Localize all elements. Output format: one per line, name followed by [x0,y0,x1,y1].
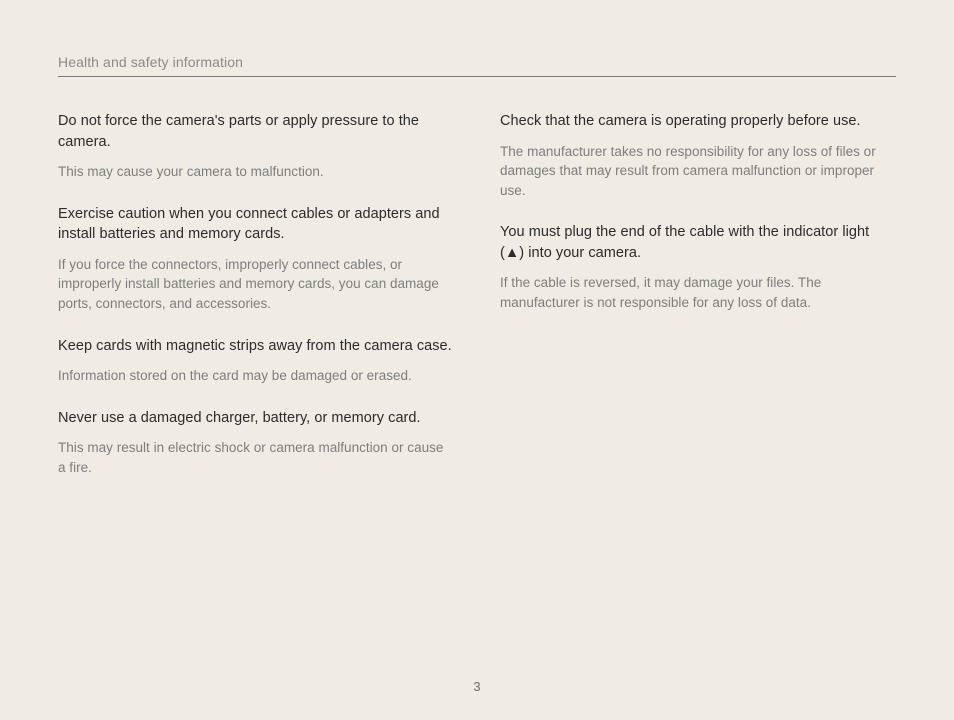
section-block: Check that the camera is operating prope… [500,111,896,200]
running-head: Health and safety information [58,54,896,77]
section-body: This may result in electric shock or cam… [58,438,454,477]
section-heading: Never use a damaged charger, battery, or… [58,408,454,429]
section-body: Information stored on the card may be da… [58,366,454,386]
section-heading: Exercise caution when you connect cables… [58,204,454,245]
page: Health and safety information Do not for… [0,0,954,720]
section-heading: You must plug the end of the cable with … [500,222,896,263]
content-columns: Do not force the camera's parts or apply… [58,111,896,499]
section-heading: Check that the camera is operating prope… [500,111,896,132]
section-block: Never use a damaged charger, battery, or… [58,408,454,478]
section-body: This may cause your camera to malfunctio… [58,162,454,182]
left-column: Do not force the camera's parts or apply… [58,111,454,499]
section-block: Exercise caution when you connect cables… [58,204,454,314]
section-body: If the cable is reversed, it may damage … [500,273,896,312]
right-column: Check that the camera is operating prope… [500,111,896,499]
section-block: You must plug the end of the cable with … [500,222,896,312]
section-body: The manufacturer takes no responsibility… [500,142,896,201]
section-heading: Do not force the camera's parts or apply… [58,111,454,152]
section-block: Keep cards with magnetic strips away fro… [58,336,454,386]
section-body: If you force the connectors, improperly … [58,255,454,314]
section-block: Do not force the camera's parts or apply… [58,111,454,182]
section-heading: Keep cards with magnetic strips away fro… [58,336,454,357]
page-number: 3 [0,679,954,694]
